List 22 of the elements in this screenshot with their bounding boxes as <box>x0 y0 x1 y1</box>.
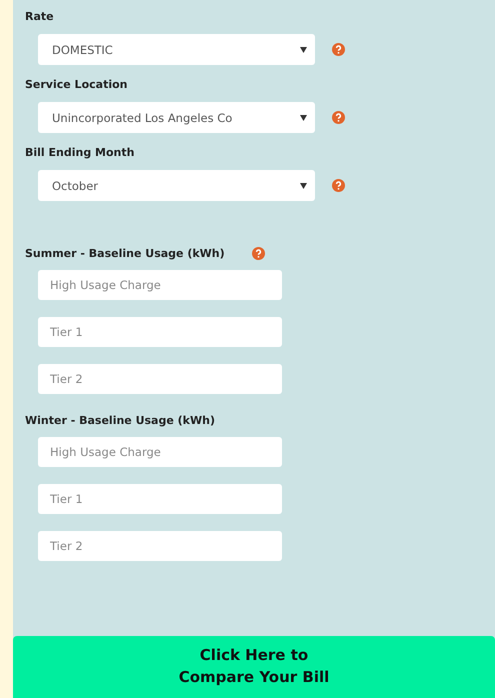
input-field[interactable]: Tier 2 <box>38 364 282 394</box>
section-label: Winter - Baseline Usage (kWh) <box>25 414 215 427</box>
dropdown[interactable]: October <box>38 170 315 201</box>
dropdown[interactable]: DOMESTIC <box>38 34 315 65</box>
help-icon[interactable] <box>332 43 345 56</box>
input-field[interactable]: Tier 1 <box>38 317 282 347</box>
section-label: Summer - Baseline Usage (kWh) <box>25 247 225 260</box>
caret-icon <box>300 46 307 52</box>
input-field[interactable]: Tier 2 <box>38 531 282 561</box>
input-field[interactable]: Tier 1 <box>38 484 282 514</box>
help-icon[interactable] <box>332 111 345 124</box>
field-label: Bill Ending Month <box>24 146 136 159</box>
help-icon[interactable] <box>252 247 265 260</box>
help-icon[interactable] <box>332 179 345 192</box>
caret-icon <box>300 114 307 120</box>
caret-icon <box>300 182 307 188</box>
compare-button[interactable]: Click Here to Compare Your Bill <box>13 636 495 698</box>
dropdown[interactable]: Unincorporated Los Angeles Co <box>38 102 315 133</box>
input-field[interactable]: High Usage Charge <box>38 270 282 300</box>
field-label: Rate <box>24 10 55 23</box>
input-field[interactable]: High Usage Charge <box>38 437 282 467</box>
field-label: Service Location <box>24 78 128 91</box>
